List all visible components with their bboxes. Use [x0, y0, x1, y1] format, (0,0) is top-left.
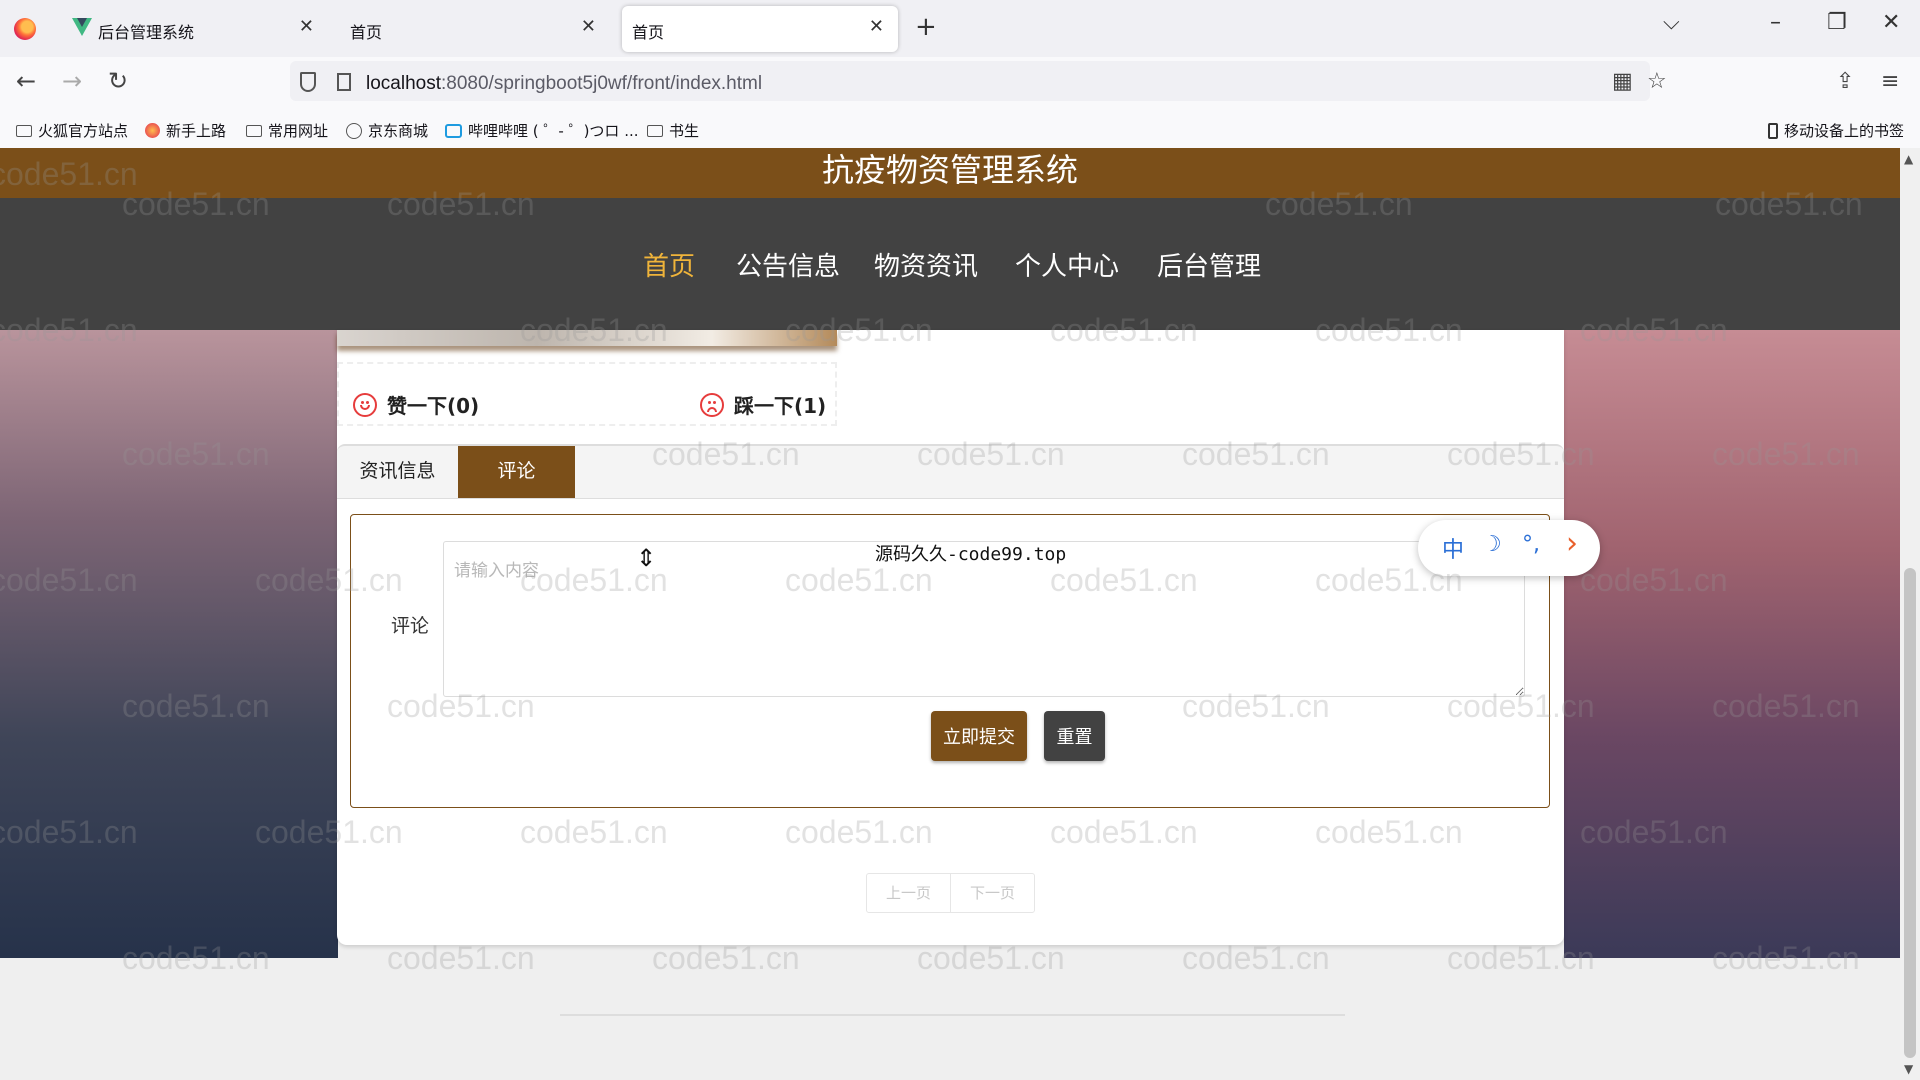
background-left — [0, 330, 338, 958]
restore-icon[interactable]: ❐ — [1827, 10, 1847, 35]
bilibili-icon — [445, 123, 462, 138]
close-icon[interactable]: ✕ — [869, 16, 884, 37]
bookmark-shusheng[interactable]: 书生 — [647, 120, 699, 141]
menu-item-admin[interactable]: 后台管理 — [1157, 246, 1261, 283]
source-overlay-text: 源码久久-code99.top — [875, 544, 1067, 565]
bookmark-firefox-site[interactable]: 火狐官方站点 — [16, 120, 128, 141]
like-button[interactable]: 赞一下(0) — [353, 390, 479, 419]
qr-code-icon[interactable]: ▦ — [1612, 69, 1633, 94]
url-text[interactable]: localhost:8080/springboot5j0wf/front/ind… — [366, 73, 762, 95]
menu-hamburger-icon[interactable]: ≡ — [1881, 69, 1899, 94]
bookmark-bilibili[interactable]: 哔哩哔哩 ( ゜- ゜)つロ ... — [445, 120, 639, 141]
ime-chinese-mode[interactable]: 中 — [1442, 532, 1464, 564]
menu-item-home[interactable]: 首页 — [643, 246, 695, 283]
bookmark-getting-started[interactable]: 新手上路 — [145, 120, 226, 141]
reload-icon[interactable]: ↻ — [108, 67, 128, 95]
scroll-thumb[interactable] — [1904, 568, 1916, 1058]
shield-icon[interactable] — [300, 72, 316, 92]
new-tab-plus-icon[interactable]: + — [915, 12, 937, 42]
list-tabs-chevron-icon[interactable]: ⌵ — [1663, 10, 1680, 35]
folder-icon — [16, 124, 32, 137]
submit-button[interactable]: 立即提交 — [931, 711, 1027, 761]
firefox-icon[interactable] — [14, 18, 36, 40]
scroll-down-icon[interactable]: ▼ — [1904, 1062, 1913, 1076]
page-icon[interactable] — [337, 73, 351, 91]
tab-home-active[interactable]: 首页 ✕ — [622, 6, 898, 52]
reset-button[interactable]: 重置 — [1044, 711, 1105, 761]
page-viewport: 抗疫物资管理系统 首页 公告信息 物资资讯 个人中心 后台管理 赞一下(0) 踩… — [0, 148, 1900, 1080]
tab-home-1[interactable]: 首页 ✕ — [340, 6, 610, 52]
scroll-up-icon[interactable]: ▲ — [1904, 152, 1913, 166]
smile-icon — [353, 392, 377, 417]
prev-page-button[interactable]: 上一页 — [867, 874, 950, 912]
close-icon[interactable]: ✕ — [581, 16, 596, 37]
pagination: 上一页 下一页 — [866, 873, 1035, 913]
firefox-icon — [145, 123, 160, 138]
globe-icon — [346, 122, 362, 139]
bookmark-jd[interactable]: 京东商城 — [346, 120, 428, 141]
footer-divider — [560, 1014, 1345, 1016]
dislike-button[interactable]: 踩一下(1) — [700, 390, 826, 419]
window-close-icon[interactable]: ✕ — [1882, 10, 1900, 35]
page-scrollbar[interactable]: ▲ ▼ — [1900, 148, 1920, 1080]
tab-info[interactable]: 资讯信息 — [337, 446, 458, 498]
detail-tabs: 资讯信息 评论 — [337, 444, 1564, 499]
close-icon[interactable]: ✕ — [299, 16, 314, 37]
browser-nav-bar: ← → ↻ localhost:8080/springboot5j0wf/fro… — [0, 57, 1920, 112]
minimize-icon[interactable]: – — [1770, 10, 1781, 35]
mobile-icon — [1768, 122, 1778, 139]
site-title: 抗疫物资管理系统 — [0, 148, 1900, 198]
tab-admin[interactable]: 后台管理系统 ✕ — [58, 6, 328, 52]
folder-icon — [647, 124, 663, 137]
next-page-button[interactable]: 下一页 — [950, 874, 1034, 912]
back-arrow-icon[interactable]: ← — [16, 67, 36, 95]
watermark: code51.cn — [387, 940, 535, 976]
bookmark-common-sites[interactable]: 常用网址 — [246, 120, 328, 141]
tab-comment[interactable]: 评论 — [458, 446, 575, 498]
browser-tab-bar: 后台管理系统 ✕ 首页 ✕ 首页 ✕ + ⌵ – ❐ ✕ — [0, 0, 1920, 57]
menu-item-notices[interactable]: 公告信息 — [736, 246, 840, 283]
menu-item-profile[interactable]: 个人中心 — [1015, 246, 1119, 283]
comment-label: 评论 — [391, 615, 430, 637]
moon-icon[interactable]: ☽ — [1482, 532, 1502, 557]
chevron-right-icon[interactable]: › — [1566, 526, 1578, 561]
main-menu: 首页 公告信息 物资资讯 个人中心 后台管理 — [0, 198, 1900, 330]
watermark: code51.cn — [1182, 940, 1330, 976]
bookmark-star-icon[interactable]: ☆ — [1647, 69, 1667, 94]
menu-item-supplies-news[interactable]: 物资资讯 — [874, 246, 978, 283]
bookmark-mobile[interactable]: 移动设备上的书签 — [1768, 120, 1904, 141]
ime-toolbar: 中 ☽ °, › — [1418, 520, 1600, 576]
folder-icon — [246, 124, 262, 137]
article-image — [337, 330, 837, 346]
frown-icon — [700, 392, 724, 417]
watermark: code51.cn — [652, 940, 800, 976]
vote-box: 赞一下(0) 踩一下(1) — [337, 362, 837, 426]
watermark: code51.cn — [917, 940, 1065, 976]
punctuation-icon[interactable]: °, — [1522, 532, 1540, 557]
bookmarks-bar: 火狐官方站点 新手上路 常用网址 京东商城 哔哩哔哩 ( ゜- ゜)つロ ...… — [0, 112, 1920, 149]
text-cursor-icon: ⇕ — [636, 544, 657, 572]
content-panel: 赞一下(0) 踩一下(1) 资讯信息 评论 评论 立即提交 重置 上一页 下一页 — [337, 330, 1564, 945]
forward-arrow-icon[interactable]: → — [62, 67, 82, 95]
vue-icon — [72, 18, 92, 36]
extensions-icon[interactable]: ⇪ — [1836, 69, 1854, 94]
background-right — [1564, 330, 1900, 958]
